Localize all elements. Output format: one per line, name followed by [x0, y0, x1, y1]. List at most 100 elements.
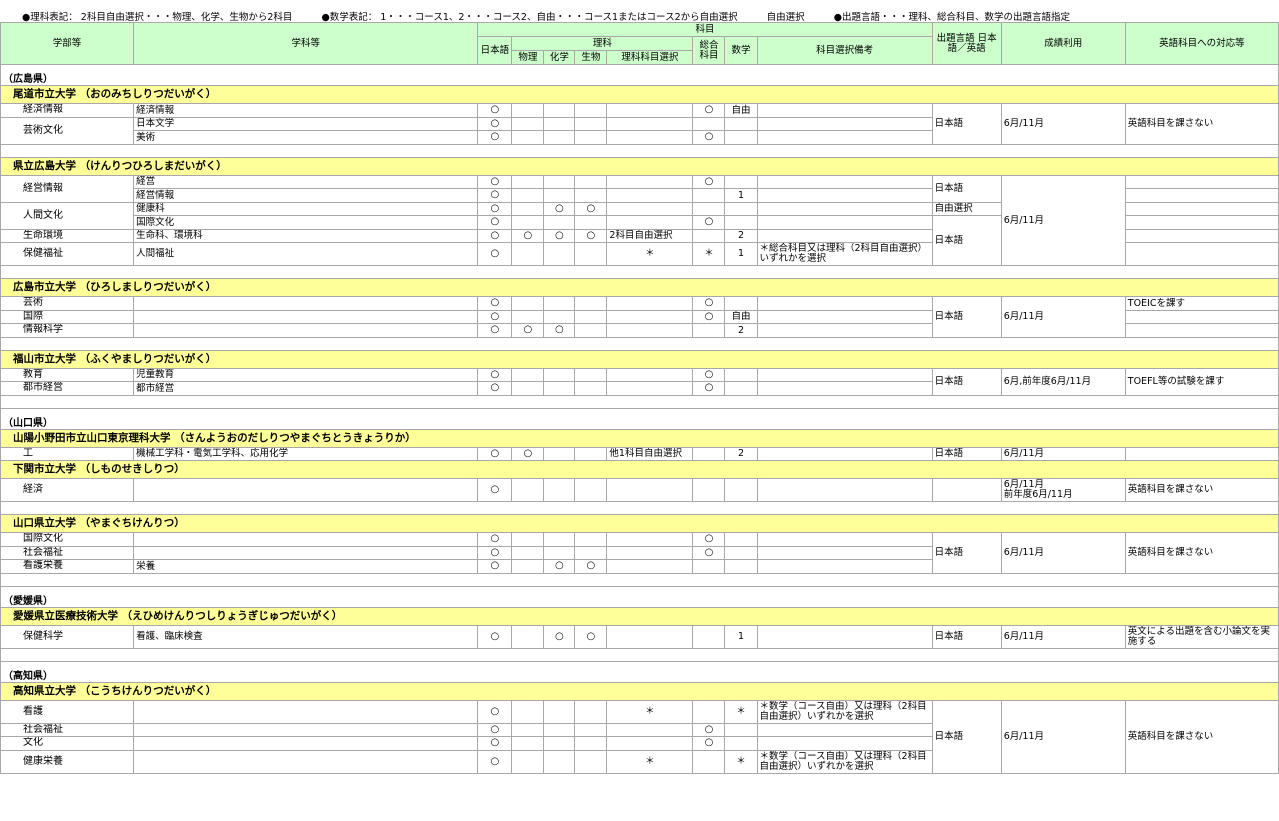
pref-hiroshima: （広島県） — [0, 64, 1279, 86]
mark: ＊ — [606, 699, 694, 724]
mark: ○ — [477, 749, 513, 774]
mark: ○ — [477, 736, 513, 751]
language: 日本語 — [931, 367, 1002, 396]
header-rika-kamoku: 理科科目選択 — [606, 50, 694, 65]
math: 1 — [724, 242, 758, 266]
header-kamoku: 科目 — [477, 22, 933, 37]
language: 日本語 — [931, 532, 1002, 574]
table-row: 経営情報 経営 ○ ○ 日本語 6月/11月 — [0, 174, 1279, 266]
score-use: 6月/11月 — [1000, 103, 1126, 145]
mark: ○ — [692, 736, 726, 751]
language: 日本語 — [931, 174, 1002, 203]
uni-yamaguchi-kenritsu: 山口県立大学 （やまぐちけんりつ） — [0, 514, 1279, 533]
score-use-2: 前年度6月/11月 — [1003, 489, 1073, 500]
mark: ○ — [477, 545, 513, 560]
mark: ○ — [574, 201, 608, 216]
header-gakka: 学科等 — [133, 22, 479, 65]
table-row: 看護 ○ ＊ ＊ ＊数学（コース自由）又は理科（2科目自由選択）いずれかを選択 … — [0, 699, 1279, 774]
faculty: 経営情報 — [0, 174, 135, 203]
department: 経済情報 — [133, 103, 479, 118]
mark: ○ — [511, 323, 545, 338]
table-row: 工 機械工学科・電気工学科、応用化学 ○ ○ 他1科目自由選択 2 日本語 6月… — [0, 446, 1279, 461]
mark: ○ — [543, 323, 576, 338]
language: 日本語 — [931, 215, 1002, 266]
rika-select: 他1科目自由選択 — [606, 446, 694, 461]
faculty: 保健福祉 — [0, 242, 135, 266]
mark: ○ — [477, 559, 513, 574]
mark: ○ — [477, 309, 513, 324]
faculty: 教育 — [0, 367, 135, 382]
faculty: 文化 — [0, 736, 135, 751]
faculty: 芸術文化 — [0, 116, 135, 145]
uni-sanyo: 山陽小野田市立山口東京理科大学 （さんようおのだしりつやまぐちとうきょうりか） — [0, 428, 1279, 448]
university-table: 学部等 学科等 科目 出題言語 日本語／英語 成績利用 英語科目への対応等 日本… — [0, 22, 1279, 774]
math: 2 — [724, 323, 758, 338]
mark: ○ — [692, 296, 726, 311]
mark: ○ — [692, 722, 726, 737]
mark: ○ — [477, 722, 513, 737]
mark: ○ — [477, 130, 513, 145]
mark: ○ — [692, 532, 726, 547]
header-eigo: 英語科目への対応等 — [1124, 22, 1279, 65]
header-sugaku: 数学 — [724, 36, 758, 65]
faculty: 看護栄養 — [0, 559, 135, 574]
language: 日本語 — [931, 296, 1002, 338]
faculty: 国際 — [0, 309, 135, 324]
english: 英語科目を課さない — [1124, 532, 1279, 574]
table-row: 経済情報 経済情報 ○ ○ 自由 日本語 6月/11月 英語科目を課さない — [0, 103, 1279, 145]
header-sogo: 総合科目 — [692, 36, 726, 65]
mark: ○ — [692, 215, 726, 230]
department: 栄養 — [133, 559, 479, 574]
mark: ○ — [543, 559, 576, 574]
note: ＊総合科目又は理科（2科目自由選択）いずれかを選択 — [756, 242, 933, 266]
department: 都市経営 — [133, 381, 479, 396]
department: 生命科、環境科 — [133, 228, 479, 243]
english: 英文による出題を含む小論文を実施する — [1124, 624, 1279, 649]
mark: ○ — [477, 188, 513, 203]
mark: ○ — [574, 228, 608, 243]
header-biko: 科目選択備考 — [756, 36, 933, 65]
mark: ○ — [477, 116, 513, 131]
score-use: 6月/11月 前年度6月/11月 — [1000, 478, 1126, 502]
table-row: 国際文化 ○ ○ 日本語 6月/11月 英語科目を課さない — [0, 532, 1279, 574]
mark: ○ — [477, 201, 513, 216]
mark: ○ — [477, 381, 513, 396]
mark: ＊ — [606, 242, 694, 266]
faculty: 社会福祉 — [0, 545, 135, 560]
mark: ○ — [477, 446, 513, 461]
english: TOEFL等の試験を課す — [1124, 367, 1279, 396]
department: 看護、臨床検査 — [133, 624, 479, 649]
uni-shimonoseki: 下関市立大学 （しものせきしりつ） — [0, 460, 1279, 479]
note: ＊数学（コース自由）又は理科（2科目自由選択）いずれかを選択 — [756, 699, 933, 724]
math: 自由 — [724, 103, 758, 118]
english: 英語科目を課さない — [1124, 478, 1279, 502]
mark: ○ — [477, 215, 513, 230]
mark: ○ — [574, 559, 608, 574]
faculty: 国際文化 — [0, 532, 135, 547]
department: 経営 — [133, 174, 479, 189]
header-nihongo: 日本語 — [477, 36, 513, 65]
faculty: 保健科学 — [0, 624, 135, 649]
header-seiseki: 成績利用 — [1000, 22, 1126, 65]
uni-kenritsu-hiroshima: 県立広島大学 （けんりつひろしまだいがく） — [0, 156, 1279, 176]
mark: ＊ — [724, 699, 758, 724]
mark: ○ — [511, 228, 545, 243]
uni-kochi-kenritsu: 高知県立大学 （こうちけんりつだいがく） — [0, 681, 1279, 701]
mark: ＊ — [692, 242, 726, 266]
score-use: 6月/11月 — [1000, 446, 1126, 461]
department: 児童教育 — [133, 367, 479, 382]
note: ＊数学（コース自由）又は理科（2科目自由選択）いずれかを選択 — [756, 749, 933, 774]
mark: ○ — [477, 367, 513, 382]
mark: ○ — [692, 103, 726, 118]
faculty: 健康栄養 — [0, 749, 135, 774]
mark: ＊ — [606, 749, 694, 774]
score-use: 6月/11月 — [1000, 699, 1126, 774]
mark: ○ — [477, 532, 513, 547]
header-gengo: 出題言語 日本語／英語 — [931, 22, 1002, 65]
department: 健康科 — [133, 201, 479, 216]
mark: ○ — [477, 242, 513, 266]
pref-yamaguchi: （山口県） — [0, 408, 1279, 429]
mark: ○ — [692, 367, 726, 382]
score-use: 6月/11月 — [1000, 296, 1126, 338]
faculty: 経済 — [0, 478, 135, 502]
